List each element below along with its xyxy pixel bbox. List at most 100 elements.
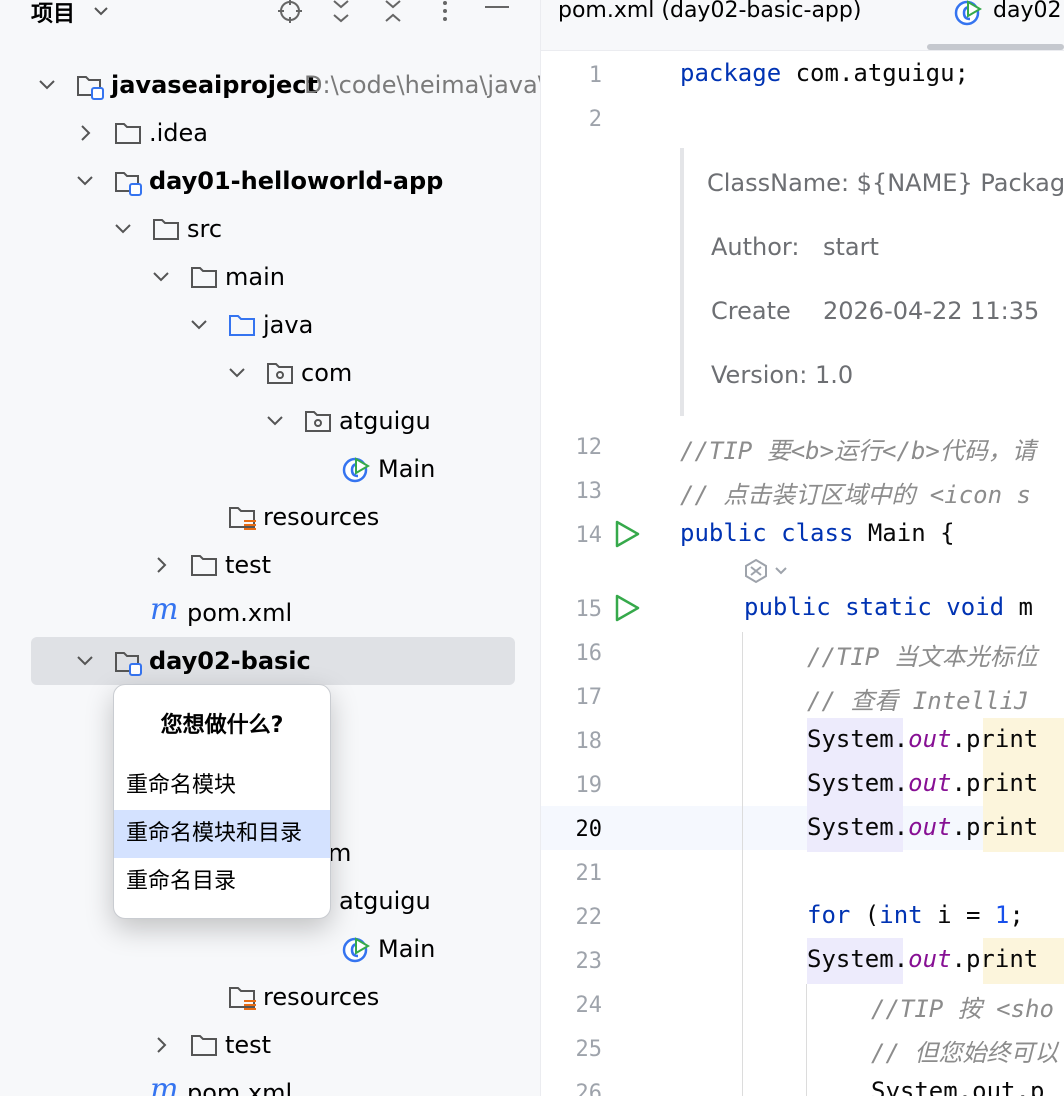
rename-module-option[interactable]: 重命名模块 xyxy=(114,762,330,810)
tree-item-test[interactable]: test xyxy=(0,1021,540,1069)
resources-folder-icon xyxy=(228,505,256,530)
folder-icon xyxy=(190,1033,218,1057)
line-number: 19 xyxy=(575,773,603,798)
code-comment: // 但您始终可以 xyxy=(871,1039,1059,1067)
line-number: 17 xyxy=(575,685,603,710)
tree-item-idea[interactable]: .idea xyxy=(0,109,540,157)
line-number: 14 xyxy=(575,523,603,548)
doc-classname: ClassName: ${NAME} Packag xyxy=(707,169,1064,197)
doc-author-value: start xyxy=(823,233,879,261)
tree-item-day01-helloworld-app[interactable]: day01-helloworld-app xyxy=(0,157,540,205)
line-number: 13 xyxy=(575,479,603,504)
line-number: 1 xyxy=(588,63,602,88)
rename-directory-option[interactable]: 重命名目录 xyxy=(114,858,330,906)
folder-icon xyxy=(190,553,218,577)
tree-item-label: Main xyxy=(378,455,436,483)
tree-item-main-class[interactable]: Main xyxy=(0,445,540,493)
line-number: 16 xyxy=(575,641,603,666)
maven-icon: m xyxy=(150,1072,178,1096)
project-panel-header: 项目 xyxy=(0,0,540,28)
folder-icon xyxy=(114,121,142,145)
indent-guide xyxy=(742,632,743,1096)
code-comment: //TIP 按 <sho xyxy=(871,995,1054,1023)
line-number: 26 xyxy=(575,1081,603,1096)
chevron-right-icon[interactable] xyxy=(151,555,171,575)
code-line-23: System.out.print xyxy=(807,945,1038,973)
chevron-down-icon[interactable] xyxy=(37,75,57,95)
run-icon[interactable] xyxy=(612,593,642,627)
code-text: com.atguigu; xyxy=(781,59,969,87)
folder-icon xyxy=(152,217,180,241)
tree-item-com[interactable]: com xyxy=(0,349,540,397)
tab-pom-xml[interactable]: pom.xml (day02-basic-app) xyxy=(558,0,861,23)
chevron-down-icon[interactable] xyxy=(75,171,95,191)
tree-item-label: main xyxy=(225,263,285,291)
code-method: .print xyxy=(951,769,1039,797)
code-line-1: package com.atguigu; xyxy=(680,59,969,87)
tree-item-javaseaiproject[interactable]: javaseaiproject D:\code\heima\java\j xyxy=(0,61,540,109)
chevron-right-icon[interactable] xyxy=(75,123,95,143)
tree-item-pom-xml[interactable]: m pom.xml xyxy=(0,589,540,637)
tree-item-label: com xyxy=(301,359,353,387)
tree-item-label: atguigu xyxy=(339,407,431,435)
locate-icon[interactable] xyxy=(275,0,305,26)
svg-text:m: m xyxy=(150,595,178,625)
line-number: 12 xyxy=(575,435,603,460)
collapse-all-icon[interactable] xyxy=(378,0,408,26)
tree-item-resources[interactable]: resources xyxy=(0,973,540,1021)
code-keyword: int xyxy=(879,901,923,929)
java-class-icon xyxy=(341,935,370,963)
rename-module-and-directory-option[interactable]: 重命名模块和目录 xyxy=(114,810,330,858)
tree-item-main[interactable]: main xyxy=(0,253,540,301)
line-number: 21 xyxy=(575,861,603,886)
line-number-current: 20 xyxy=(575,817,603,842)
tree-item-src[interactable]: src xyxy=(0,205,540,253)
active-tab-indicator xyxy=(927,44,1064,50)
run-icon[interactable] xyxy=(612,519,642,553)
tree-item-pom-xml[interactable]: m pom.xml xyxy=(0,1069,540,1096)
tab-day02-main[interactable]: day02 xyxy=(993,0,1061,23)
code-number: 1 xyxy=(994,901,1010,929)
code-line-14: public class Main { xyxy=(680,519,955,547)
line-number: 15 xyxy=(575,597,603,622)
chevron-down-icon[interactable] xyxy=(75,651,95,671)
module-folder-icon xyxy=(114,169,142,196)
code-comment: //TIP 当文本光标位 xyxy=(807,643,1038,671)
tree-item-label: test xyxy=(225,1031,272,1059)
chevron-down-icon[interactable] xyxy=(151,267,171,287)
chevron-down-icon[interactable] xyxy=(265,411,285,431)
doc-author-key: Author: xyxy=(711,233,800,261)
tree-item-atguigu[interactable]: atguigu xyxy=(0,397,540,445)
tree-item-test[interactable]: test xyxy=(0,541,540,589)
chevron-down-icon[interactable] xyxy=(113,219,133,239)
code-comment: //TIP 要<b>运行</b>代码，请 xyxy=(680,437,1036,465)
code-class: System xyxy=(807,813,894,841)
chevron-down-icon[interactable] xyxy=(189,315,209,335)
code-comment: // 点击装订区域中的 <icon s xyxy=(680,481,1031,509)
code-text: . xyxy=(893,813,909,841)
module-folder-icon xyxy=(76,73,104,100)
resources-folder-icon xyxy=(228,985,256,1010)
tree-item-label: day01-helloworld-app xyxy=(149,167,444,195)
code-class: System xyxy=(807,945,894,973)
tree-item-label: resources xyxy=(263,983,380,1011)
tree-item-day02-basic[interactable]: day02-basic xyxy=(0,637,540,685)
code-line-20: System.out.print xyxy=(807,813,1038,841)
chevron-down-icon[interactable] xyxy=(227,363,247,383)
minimize-icon[interactable] xyxy=(482,0,512,26)
ai-assistant-icon[interactable] xyxy=(742,558,790,588)
chevron-down-icon[interactable] xyxy=(86,0,116,26)
doc-version: Version: 1.0 xyxy=(711,361,854,389)
tree-item-resources[interactable]: resources xyxy=(0,493,540,541)
code-keyword: package xyxy=(680,59,782,87)
java-class-icon xyxy=(341,455,370,483)
tree-item-java[interactable]: java xyxy=(0,301,540,349)
tree-item-path: D:\code\heima\java\j xyxy=(304,71,540,99)
more-options-icon[interactable] xyxy=(430,0,460,26)
project-panel-title[interactable]: 项目 xyxy=(31,0,75,28)
expand-all-icon[interactable] xyxy=(326,0,356,26)
tree-item-main-class[interactable]: Main xyxy=(0,925,540,973)
chevron-right-icon[interactable] xyxy=(151,1035,171,1055)
code-comment: // 查看 IntelliJ xyxy=(807,687,1043,715)
tree-item-label: Main xyxy=(378,935,436,963)
